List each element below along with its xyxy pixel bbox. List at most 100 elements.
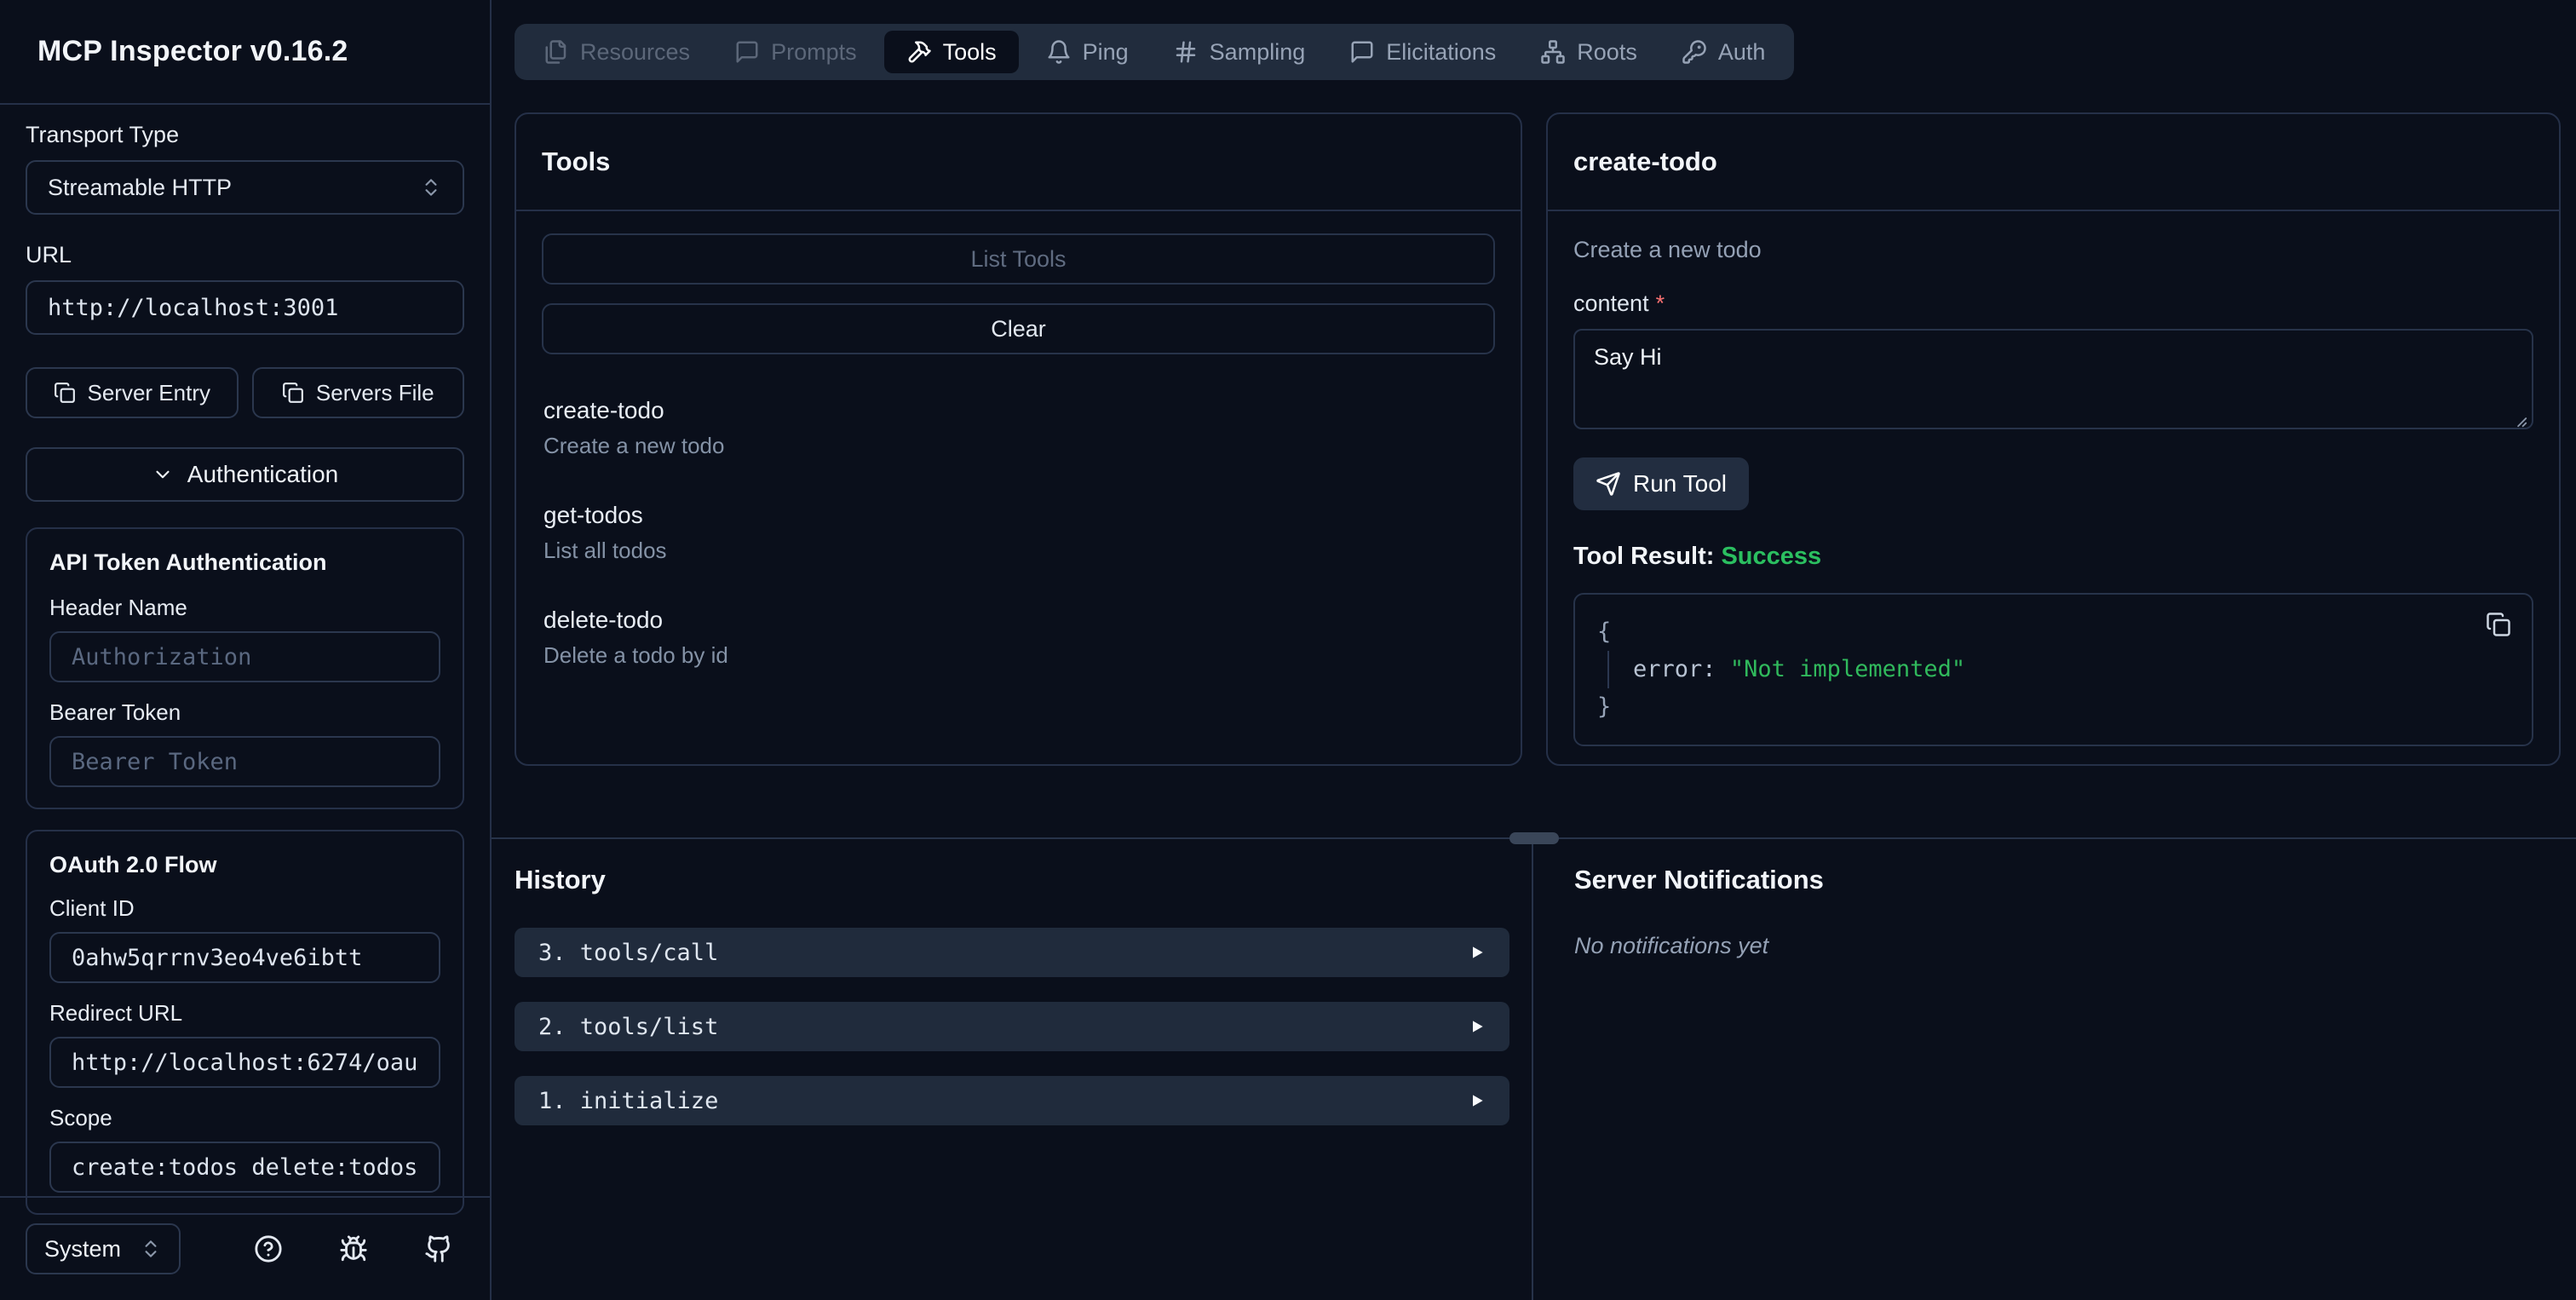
json-string-value: "Not implemented" (1729, 656, 1966, 682)
chevrons-up-down-icon (420, 176, 442, 198)
message-square-icon (734, 39, 760, 65)
param-label-row: content * (1573, 290, 2533, 317)
bug-icon[interactable] (339, 1234, 368, 1263)
json-open-brace: { (1597, 618, 1612, 645)
copy-buttons-row: Server Entry Servers File (26, 367, 464, 418)
oauth-title: OAuth 2.0 Flow (49, 852, 217, 877)
tab-label: Sampling (1209, 38, 1306, 65)
tab-ping[interactable]: Ping (1024, 24, 1151, 80)
copy-result-icon[interactable] (2486, 612, 2511, 637)
tab-label: Resources (580, 38, 691, 65)
tab-label: Tools (942, 38, 997, 65)
scope-label: Scope (49, 1105, 112, 1130)
tab-bar: Resources Prompts Tools Ping Sampling El… (515, 24, 1795, 80)
tab-label: Elicitations (1386, 38, 1497, 65)
clear-button[interactable]: Clear (542, 303, 1495, 354)
tool-runner-title: create-todo (1548, 114, 2559, 211)
header-name-input[interactable] (72, 643, 418, 670)
history-list: 3. tools/call 2. tools/list 1. initializ… (515, 928, 1509, 1125)
tab-auth[interactable]: Auth (1659, 24, 1788, 80)
history-entry-label: 1. initialize (538, 1087, 719, 1114)
servers-file-button[interactable]: Servers File (251, 367, 464, 418)
scope-input[interactable] (72, 1153, 418, 1181)
files-icon (543, 39, 569, 65)
bell-icon (1046, 39, 1072, 65)
bearer-token-label: Bearer Token (49, 699, 181, 725)
tab-prompts[interactable]: Prompts (712, 24, 879, 80)
api-token-title: API Token Authentication (49, 549, 327, 575)
app-title: MCP Inspector v0.16.2 (0, 0, 490, 105)
list-tools-button[interactable]: List Tools (542, 233, 1495, 285)
tool-result-line: Tool Result: Success (1573, 543, 2533, 571)
tool-list-item-get-todos[interactable]: get-todos List all todos (542, 490, 1495, 576)
param-content-textarea[interactable]: Say Hi (1573, 329, 2533, 429)
transport-type-label: Transport Type (26, 122, 180, 147)
transport-type-value: Streamable HTTP (48, 174, 233, 200)
server-entry-button[interactable]: Server Entry (26, 367, 239, 418)
tab-resources[interactable]: Resources (521, 24, 712, 80)
tab-label: Roots (1577, 38, 1637, 65)
history-entry-initialize[interactable]: 1. initialize (515, 1076, 1509, 1125)
bearer-token-input[interactable] (72, 748, 418, 775)
network-icon (1540, 39, 1566, 65)
history-entry-tools-call[interactable]: 3. tools/call (515, 928, 1509, 977)
redirect-url-input[interactable] (72, 1049, 418, 1076)
tab-tools[interactable]: Tools (883, 31, 1019, 73)
tab-sampling[interactable]: Sampling (1151, 24, 1328, 80)
tools-panel: Tools List Tools Clear create-todo Creat… (515, 112, 1522, 766)
server-entry-label: Server Entry (87, 379, 211, 406)
tab-label: Ping (1082, 38, 1129, 65)
theme-value: System (44, 1235, 122, 1262)
history-entry-label: 2. tools/list (538, 1013, 719, 1040)
json-key: error: (1633, 656, 1716, 682)
url-input[interactable] (48, 294, 442, 321)
tool-result-label: Tool Result: (1573, 543, 1715, 570)
tool-name: get-todos (543, 502, 643, 528)
authentication-toggle[interactable]: Authentication (26, 447, 464, 502)
history-entry-tools-list[interactable]: 2. tools/list (515, 1002, 1509, 1051)
bottom-row: History 3. tools/call 2. tools/list 1. i… (492, 839, 2576, 1300)
client-id-label: Client ID (49, 895, 135, 921)
github-icon[interactable] (424, 1234, 453, 1263)
tool-list-item-delete-todo[interactable]: delete-todo Delete a todo by id (542, 595, 1495, 681)
copy-icon (54, 382, 76, 404)
param-name: content (1573, 290, 1649, 316)
copy-icon (282, 382, 304, 404)
expand-play-icon (1469, 1092, 1486, 1109)
notifications-empty-message: No notifications yet (1574, 933, 1769, 958)
tool-runner-panel: create-todo Create a new todo content * S… (1546, 112, 2561, 766)
server-notifications-title: Server Notifications (1574, 865, 1824, 894)
history-title: History (515, 865, 606, 894)
run-tool-label: Run Tool (1633, 470, 1728, 497)
main-area: Resources Prompts Tools Ping Sampling El… (492, 0, 2576, 1300)
tab-elicitations[interactable]: Elicitations (1327, 24, 1518, 80)
transport-type-select[interactable]: Streamable HTTP (26, 160, 464, 215)
header-name-label: Header Name (49, 595, 187, 620)
required-marker: * (1655, 290, 1665, 316)
sidebar-content: Transport Type Streamable HTTP URL Serve… (0, 122, 490, 1215)
send-icon (1596, 471, 1621, 497)
message-square-icon (1349, 39, 1375, 65)
run-tool-button[interactable]: Run Tool (1573, 457, 1750, 510)
scope-field-wrap (49, 1142, 440, 1193)
expand-play-icon (1469, 1018, 1486, 1035)
tool-list-item-create-todo[interactable]: create-todo Create a new todo (542, 385, 1495, 471)
sidebar-footer: System (0, 1196, 490, 1300)
client-id-input[interactable] (72, 944, 418, 971)
bearer-token-field-wrap (49, 736, 440, 787)
url-label: URL (26, 242, 72, 267)
tool-name: delete-todo (543, 607, 664, 633)
servers-file-label: Servers File (315, 379, 434, 406)
history-pane: History 3. tools/call 2. tools/list 1. i… (492, 839, 1532, 1300)
mcp-inspector-app: MCP Inspector v0.16.2 Transport Type Str… (0, 0, 2576, 1300)
result-json-viewer: { error: "Not implemented" } (1573, 593, 2533, 746)
tab-roots[interactable]: Roots (1518, 24, 1659, 80)
theme-select[interactable]: System (26, 1223, 181, 1274)
expand-play-icon (1469, 944, 1486, 961)
split-drag-handle[interactable] (1509, 832, 1559, 844)
help-circle-icon[interactable] (254, 1234, 283, 1263)
json-error-row: error: "Not implemented" (1607, 651, 2510, 688)
json-close-brace: } (1597, 693, 1612, 720)
tool-result-status: Success (1721, 543, 1822, 570)
tool-name: create-todo (543, 397, 664, 423)
